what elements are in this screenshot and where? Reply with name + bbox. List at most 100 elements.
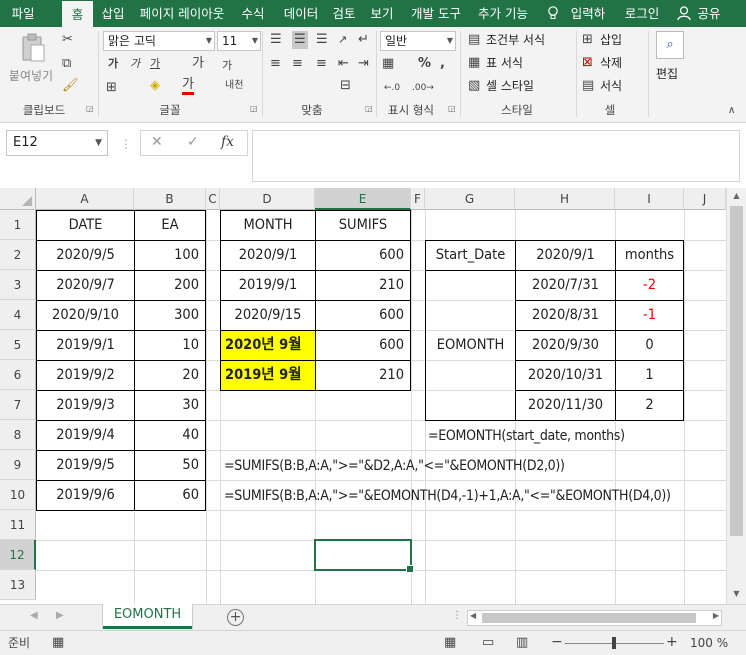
eomonth-result-cell[interactable]: 2020/8/31 (515, 300, 616, 331)
ea-cell[interactable]: 30 (134, 390, 206, 421)
row-header[interactable]: 6 (0, 360, 36, 390)
page-break-view-icon[interactable]: ▥ (516, 635, 528, 651)
insert-function-icon[interactable]: fx (221, 134, 234, 150)
align-middle-icon[interactable]: ☰ (292, 31, 308, 49)
scroll-left-icon[interactable]: ◀ (470, 611, 476, 620)
paste-icon[interactable] (20, 33, 46, 69)
start-date-label[interactable]: Start_Date (425, 240, 516, 271)
share-button[interactable]: 공유 (694, 0, 724, 27)
tab-developer[interactable]: 개발 도구 (406, 0, 466, 27)
eomonth-result-cell[interactable]: 2020/11/30 (515, 390, 616, 421)
zoom-slider-knob[interactable] (612, 637, 616, 649)
tab-login[interactable]: 로그인 (622, 0, 662, 27)
ea-cell[interactable]: 50 (134, 450, 206, 481)
table-format-icon[interactable]: ▦ (468, 54, 480, 72)
cell-style-icon[interactable]: ▧ (468, 77, 480, 95)
formula-input[interactable] (252, 130, 740, 182)
sumifs-cell[interactable]: 210 (315, 270, 411, 301)
date-cell[interactable]: 2019/9/1 (36, 330, 135, 361)
sheet-prev-icon[interactable]: ◀ (30, 610, 38, 621)
months-value-cell[interactable]: -2 (615, 270, 684, 301)
drag-handle-icon[interactable]: ⋮ (120, 137, 132, 151)
underline-icon[interactable]: 가 (150, 55, 160, 73)
tab-home[interactable]: 홈 (62, 0, 93, 27)
macro-record-icon[interactable]: ▦ (52, 635, 64, 651)
table-header-ea[interactable]: EA (134, 210, 206, 241)
number-format-select[interactable]: 일반 ▼ (380, 31, 456, 51)
wrap-text-icon[interactable]: ↵ (358, 31, 369, 49)
ea-cell[interactable]: 40 (134, 420, 206, 451)
date-cell[interactable]: 2019/9/6 (36, 480, 135, 511)
date-cell[interactable]: 2019/9/5 (36, 450, 135, 481)
table-format-button[interactable]: 표 서식 (486, 54, 523, 72)
user-icon[interactable] (676, 0, 692, 27)
column-header-a[interactable]: A (36, 188, 134, 210)
page-layout-view-icon[interactable]: ▭ (482, 635, 494, 651)
ea-cell[interactable]: 10 (134, 330, 206, 361)
tell-me-input[interactable]: 입력하세… (562, 0, 614, 27)
bold-icon[interactable]: 가 (108, 55, 118, 73)
select-all-button[interactable] (0, 188, 36, 210)
scroll-thumb[interactable] (482, 613, 696, 623)
tab-file[interactable]: 파일 (0, 0, 46, 27)
worksheet-grid[interactable]: A B C D E F G H I J 1 2 3 4 5 6 7 8 9 10… (0, 188, 746, 604)
months-value-cell[interactable]: 0 (615, 330, 684, 361)
column-header-f[interactable]: F (411, 188, 425, 210)
delete-cells-icon[interactable]: ⊠ (582, 54, 593, 72)
date-cell[interactable]: 2019/9/3 (36, 390, 135, 421)
orientation-icon[interactable]: ↗ (338, 31, 347, 49)
zoom-in-icon[interactable]: + (666, 634, 678, 650)
ea-cell[interactable]: 300 (134, 300, 206, 331)
insert-cells-icon[interactable]: ⊞ (582, 31, 593, 49)
ea-cell[interactable]: 100 (134, 240, 206, 271)
zoom-level[interactable]: 100 % (690, 635, 728, 651)
grow-font-icon[interactable]: 가 (192, 55, 204, 73)
month-cell[interactable]: 2019/9/1 (220, 270, 316, 301)
row-header[interactable]: 9 (0, 450, 36, 480)
format-painter-icon[interactable]: 🖌 (62, 77, 79, 95)
align-launcher-icon[interactable]: ◲ (365, 104, 373, 113)
row-header[interactable]: 10 (0, 480, 36, 510)
row-header[interactable]: 3 (0, 270, 36, 300)
name-box[interactable]: E12 ▼ (6, 130, 108, 156)
decrease-decimal-icon[interactable]: .00→ (412, 79, 434, 97)
delete-cells-button[interactable]: 삭제 (600, 54, 622, 72)
editing-button[interactable]: 편집 (656, 65, 678, 83)
column-header-g[interactable]: G (425, 188, 515, 210)
month-cell[interactable]: 2020/9/15 (220, 300, 316, 331)
cut-icon[interactable]: ✂ (62, 31, 73, 49)
row-header[interactable]: 8 (0, 420, 36, 450)
table-header-date[interactable]: DATE (36, 210, 135, 241)
enter-icon[interactable]: ✓ (187, 134, 199, 150)
sumifs-cell[interactable]: 600 (315, 240, 411, 271)
format-cells-icon[interactable]: ▤ (582, 77, 594, 95)
sumifs-formula-note[interactable]: =SUMIFS(B:B,A:A,">="&EOMONTH(D4,-1)+1,A:… (224, 481, 671, 511)
column-header-d[interactable]: D (220, 188, 315, 210)
increase-decimal-icon[interactable]: ←.0 (384, 79, 400, 97)
paste-button[interactable]: 붙여넣기 (6, 67, 56, 85)
tab-addins[interactable]: 추가 기능 (474, 0, 532, 27)
scroll-up-icon[interactable]: ▲ (727, 188, 746, 204)
months-value-cell[interactable]: 2 (615, 390, 684, 421)
collapse-ribbon-icon[interactable]: ∧ (728, 102, 735, 120)
align-bottom-icon[interactable]: ☰ (316, 31, 328, 49)
eomonth-syntax-note[interactable]: =EOMONTH(start_date, months) (428, 421, 625, 451)
scroll-thumb[interactable] (730, 206, 743, 536)
date-cell[interactable]: 2020/9/7 (36, 270, 135, 301)
vertical-scrollbar[interactable]: ▲ ▼ (726, 188, 746, 604)
tab-view[interactable]: 보기 (366, 0, 398, 27)
copy-icon[interactable]: ⧉ (62, 55, 71, 73)
format-cells-button[interactable]: 서식 (600, 77, 622, 95)
scroll-right-icon[interactable]: ▶ (713, 611, 719, 620)
normal-view-icon[interactable]: ▦ (444, 635, 456, 651)
scroll-down-icon[interactable]: ▼ (727, 586, 746, 602)
column-header-h[interactable]: H (515, 188, 615, 210)
ea-cell[interactable]: 20 (134, 360, 206, 391)
month-cell[interactable]: 2020/9/1 (220, 240, 316, 271)
borders-icon[interactable]: ⊞ (106, 79, 117, 97)
column-header-c[interactable]: C (206, 188, 220, 210)
ea-cell[interactable]: 200 (134, 270, 206, 301)
sheet-next-icon[interactable]: ▶ (56, 610, 64, 621)
row-header[interactable]: 13 (0, 570, 36, 600)
comma-icon[interactable]: , (440, 55, 445, 73)
